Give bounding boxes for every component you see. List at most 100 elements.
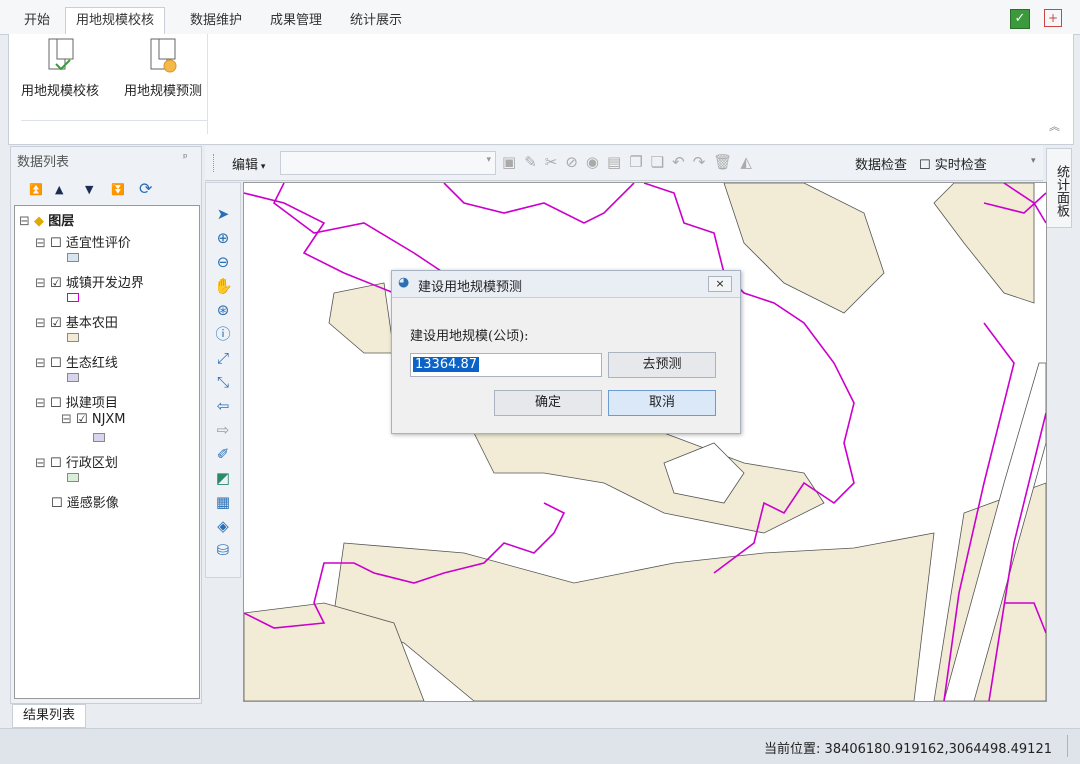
attribute-icon[interactable]: ▤ [607,153,629,171]
measure-area-icon[interactable]: ◩ [214,469,232,487]
add-layer-icon[interactable]: ◈ [214,517,232,535]
land-scale-check-label: 用地规模校核 [20,84,99,99]
draw-icon[interactable]: ✎ [524,153,545,171]
layer-item-suitability[interactable]: ⊟ ☐ 适宜性评价 [35,232,131,251]
scale-input[interactable]: 13364.87 [410,353,602,377]
layer-item-planned-projects[interactable]: ⊟ ☐ 拟建项目 [35,392,118,411]
layer-item-urban-boundary[interactable]: ⊟ ☑ 城镇开发边界 [35,272,144,291]
forward-arrow-icon[interactable]: ⇨ [214,421,232,439]
pin-icon[interactable]: ᵖ [183,151,188,164]
layer-checkbox[interactable]: ☑ [50,276,62,291]
layer-item-njxm[interactable]: ⊟ ☑ NJXM [61,412,126,427]
edit-tools-group[interactable]: ▣✎✂⊘◉▤❐❏↶↷🗑◭ [502,153,760,171]
boundary-line [272,183,445,274]
tab-start[interactable]: 开始 [14,8,60,34]
erase-icon[interactable]: ⊘ [565,153,586,171]
collapse-icon[interactable]: ⊟ [19,214,30,229]
tab-data-maintenance[interactable]: 数据维护 [180,8,252,34]
predict-button[interactable]: 去预测 [608,352,716,378]
refresh-icon[interactable]: ⟳ [139,179,152,198]
ribbon-tab-bar: 开始 用地规模校核 数据维护 成果管理 统计展示 ✓ + [0,0,1080,36]
measure-icon[interactable]: ✐ [214,445,232,463]
move-up-icon[interactable]: ▲ [55,183,63,196]
edit-menu[interactable]: 编辑 ▾ [232,154,265,173]
zoom-in-icon[interactable]: ⊕ [214,229,232,247]
collapse-icon[interactable]: ⊟ [35,236,46,251]
layer-checkbox[interactable]: ☐ [50,236,62,251]
collapse-ribbon-icon[interactable]: ︽ [1049,118,1060,134]
collapse-icon[interactable]: ⊟ [35,456,46,471]
layer-checkbox[interactable]: ☐ [50,356,62,371]
full-extent-icon[interactable]: ⤢ [214,349,232,367]
cut-icon[interactable]: ✂ [545,153,566,171]
pointer-icon[interactable]: ➤ [214,205,232,223]
move-bottom-icon[interactable]: ⏬ [111,183,125,196]
layer-label: 遥感影像 [66,496,119,511]
edit-label: 编辑 [232,158,259,173]
back-arrow-icon[interactable]: ⇦ [214,397,232,415]
paste-icon[interactable]: ❏ [651,153,672,171]
layers-icon: ◆ [34,214,45,229]
layer-label: 城镇开发边界 [65,276,144,291]
collapse-icon[interactable]: ⊟ [61,412,72,427]
land-scale-predict-label: 用地规模预测 [123,84,202,99]
layer-item-admin-divisions[interactable]: ⊟ ☐ 行政区划 [35,452,118,471]
tab-results-management[interactable]: 成果管理 [260,8,332,34]
data-check-button[interactable]: 数据检查 [855,154,907,173]
collapse-icon[interactable]: ⊟ [35,396,46,411]
app-logo-icon: ◕ [398,275,410,290]
realtime-checkbox[interactable]: ☐ [919,158,931,173]
check-icon[interactable]: ✓ [1010,9,1030,29]
cancel-button[interactable]: 取消 [608,390,716,416]
move-down-icon[interactable]: ▼ [85,183,93,196]
copy-icon[interactable]: ❐ [629,153,650,171]
layer-select[interactable]: ▾ [280,151,496,175]
image-icon[interactable]: ▦ [214,493,232,511]
layer-item-farmland[interactable]: ⊟ ☑ 基本农田 [35,312,118,331]
close-icon[interactable]: × [708,276,732,292]
layer-label: 基本农田 [65,316,118,331]
dialog-title: 建设用地规模预测 [418,280,523,295]
database-icon[interactable]: ⛁ [214,541,232,559]
map-canvas[interactable] [244,183,1046,701]
dialog-titlebar: ◕ 建设用地规模预测 × [392,271,740,298]
layer-item-eco-redline[interactable]: ⊟ ☐ 生态红线 [35,352,118,371]
layer-checkbox[interactable]: ☐ [51,496,63,511]
layer-checkbox[interactable]: ☐ [50,456,62,471]
layer-checkbox[interactable]: ☐ [50,396,62,411]
layer-checkbox[interactable]: ☑ [50,316,62,331]
delete-icon[interactable]: 🗑 [713,153,740,171]
move-top-icon[interactable]: ⏫ [29,183,43,196]
predict-dialog: ◕ 建设用地规模预测 × 建设用地规模(公顷): 13364.87 去预测 确定… [391,270,741,434]
redo-icon[interactable]: ↷ [693,153,714,171]
zoom-extent-icon[interactable]: ⤡ [214,373,232,391]
select-feature-icon[interactable]: ▣ [502,153,524,171]
collapse-icon[interactable]: ⊟ [35,316,46,331]
land-scale-predict-button[interactable]: 用地规模预测 [113,34,213,134]
globe-icon[interactable]: ⊛ [214,301,232,319]
land-scale-check-button[interactable]: 用地规模校核 [13,34,107,134]
info-icon[interactable]: ⓘ [214,325,232,343]
collapse-icon[interactable]: ⊟ [35,356,46,371]
realtime-check-toggle[interactable]: ☐ 实时检查 [919,154,987,173]
layer-label: 行政区划 [65,456,118,471]
toolbar-overflow-icon[interactable]: ▾ [1031,156,1036,166]
merge-icon[interactable]: ◉ [586,153,607,171]
result-list-tab[interactable]: 结果列表 [12,704,86,728]
layer-checkbox[interactable]: ☑ [76,412,88,427]
undo-icon[interactable]: ↶ [672,153,693,171]
ok-button[interactable]: 确定 [494,390,602,416]
pan-hand-icon[interactable]: ✋ [214,277,233,295]
root-label: 图层 [48,214,75,229]
collapse-icon[interactable]: ⊟ [35,276,46,291]
tab-statistics[interactable]: 统计展示 [340,8,412,34]
tree-root[interactable]: ⊟ ◆ 图层 [19,210,74,229]
layer-item-remote-sensing[interactable]: ☐ 遥感影像 [51,492,119,511]
zoom-out-icon[interactable]: ⊖ [214,253,232,271]
check-document-icon [48,38,74,71]
map-view[interactable] [243,182,1047,702]
snap-icon[interactable]: ◭ [740,153,760,171]
add-window-icon[interactable]: + [1044,9,1062,27]
statistics-panel-tab[interactable]: 统计面板 [1046,148,1072,228]
tab-land-scale-check[interactable]: 用地规模校核 [65,7,166,36]
